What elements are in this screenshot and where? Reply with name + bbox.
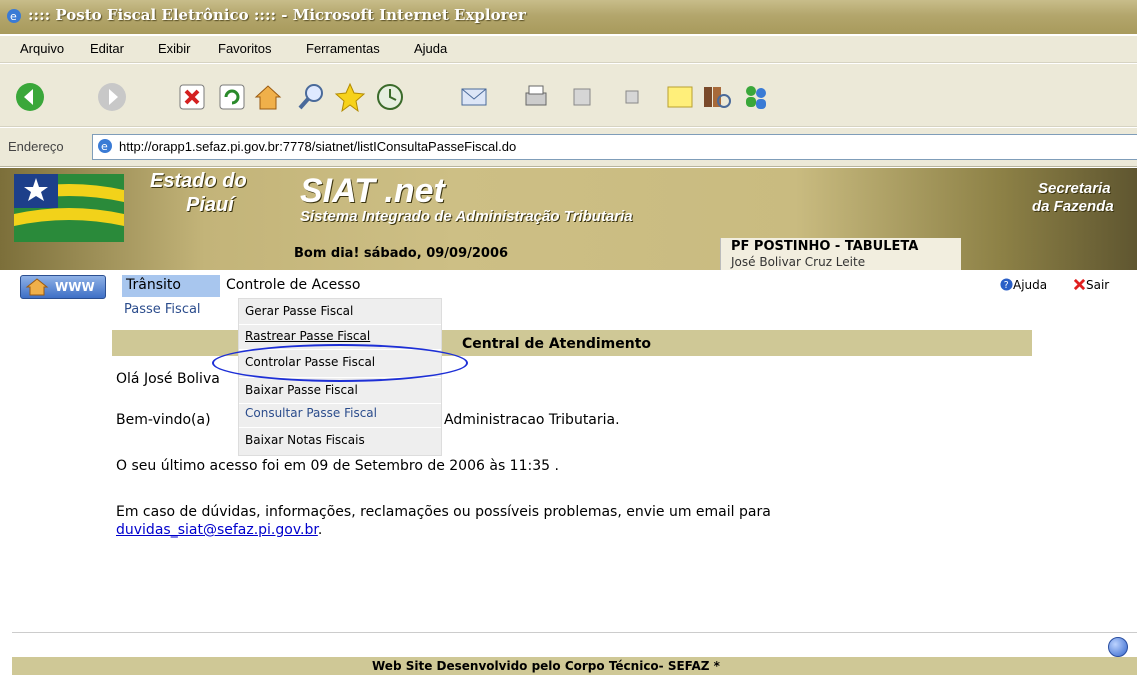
bottom-frame <box>12 632 1137 657</box>
estado-text: Estado do <box>150 170 247 192</box>
email-line: duvidas_siat@sefaz.pi.gov.br. <box>116 522 323 538</box>
menu-ajuda[interactable]: Ajuda <box>414 41 447 56</box>
search-icon[interactable] <box>296 81 328 113</box>
svg-text:?: ? <box>1004 280 1009 291</box>
window-title: :::: Posto Fiscal Eletrônico :::: - Micr… <box>28 6 526 24</box>
www-button[interactable]: WWW <box>20 275 106 299</box>
address-url: http://orapp1.sefaz.pi.gov.br:7778/siatn… <box>119 139 517 154</box>
notes-icon[interactable] <box>664 81 696 113</box>
piaui-text: Piauí <box>186 194 234 216</box>
menu-controle-acesso[interactable]: Controle de Acesso <box>226 277 360 293</box>
siat-title: SIAT .net <box>300 172 445 210</box>
close-icon <box>1073 278 1086 291</box>
secretaria-text: Secretaria <box>1038 180 1111 197</box>
submenu-passe-fiscal[interactable]: Passe Fiscal <box>124 302 201 317</box>
footer-text: Web Site Desenvolvido pelo Corpo Técnico… <box>372 659 720 673</box>
welcome-prefix: Bem-vindo(a) <box>116 412 211 428</box>
siat-banner: Estado do Piauí SIAT .net Sistema Integr… <box>0 168 1137 270</box>
help-icon: ? <box>1000 278 1013 291</box>
scroll-up-icon[interactable] <box>1108 637 1128 657</box>
last-access-text: O seu último acesso foi em 09 de Setembr… <box>116 458 559 474</box>
edit-icon[interactable] <box>566 81 598 113</box>
user-name: José Bolivar Cruz Leite <box>731 255 866 269</box>
back-icon[interactable] <box>14 81 46 113</box>
menu-bar: Arquivo Editar Exibir Favoritos Ferramen… <box>0 36 1137 63</box>
menu-favoritos[interactable]: Favoritos <box>218 41 271 56</box>
window-title-bar: e :::: Posto Fiscal Eletrônico :::: - Mi… <box>0 0 1137 34</box>
menu-ferramentas[interactable]: Ferramentas <box>306 41 380 56</box>
stop-icon[interactable] <box>176 81 208 113</box>
messenger-icon[interactable] <box>740 81 772 113</box>
sair-link[interactable]: Sair <box>1073 278 1109 292</box>
dropdown-rastrear-passe[interactable]: Rastrear Passe Fiscal <box>245 329 370 343</box>
svg-text:e: e <box>10 10 17 23</box>
siat-subtitle: Sistema Integrado de Administração Tribu… <box>300 208 633 225</box>
mail-icon[interactable] <box>458 81 490 113</box>
address-input[interactable]: e http://orapp1.sefaz.pi.gov.br:7778/sia… <box>92 134 1137 160</box>
menu-exibir[interactable]: Exibir <box>158 41 191 56</box>
toolbar <box>0 64 1137 127</box>
dropdown-baixar-notas[interactable]: Baixar Notas Fiscais <box>245 433 365 447</box>
research-icon[interactable] <box>700 81 732 113</box>
footer-bar: Web Site Desenvolvido pelo Corpo Técnico… <box>12 657 1137 675</box>
dropdown-baixar-passe[interactable]: Baixar Passe Fiscal <box>245 383 358 397</box>
page-icon: e <box>98 139 112 153</box>
address-label: Endereço <box>8 139 64 154</box>
doubts-text: Em caso de dúvidas, informações, reclama… <box>116 504 771 520</box>
posto-name: PF POSTINHO - TABULETA <box>731 239 919 254</box>
print-icon[interactable] <box>520 81 552 113</box>
home-icon[interactable] <box>252 81 284 113</box>
user-info-box: PF POSTINHO - TABULETA José Bolivar Cruz… <box>720 238 961 270</box>
svg-text:e: e <box>101 140 108 153</box>
welcome-suffix: Administracao Tributaria. <box>444 412 620 428</box>
piaui-flag-icon <box>14 174 124 242</box>
email-link[interactable]: duvidas_siat@sefaz.pi.gov.br <box>116 522 318 538</box>
greeting-date: Bom dia! sábado, 09/09/2006 <box>294 246 509 261</box>
hello-text: Olá José Boliva <box>116 371 220 387</box>
menu-editar[interactable]: Editar <box>90 41 124 56</box>
ajuda-link[interactable]: ? Ajuda <box>1000 278 1047 292</box>
menu-transito[interactable]: Trânsito <box>122 275 220 297</box>
address-bar: Endereço e http://orapp1.sefaz.pi.gov.br… <box>0 128 1137 167</box>
highlight-ellipse <box>212 344 468 382</box>
favorites-icon[interactable] <box>334 81 366 113</box>
menu-arquivo[interactable]: Arquivo <box>20 41 64 56</box>
home-www-icon <box>25 278 49 296</box>
refresh-icon[interactable] <box>216 81 248 113</box>
dropdown-gerar-passe[interactable]: Gerar Passe Fiscal <box>245 304 353 318</box>
central-header-title: Central de Atendimento <box>462 336 652 352</box>
fazenda-text: da Fazenda <box>1032 198 1114 215</box>
dropdown-consultar-passe[interactable]: Consultar Passe Fiscal <box>245 406 377 420</box>
discuss-icon[interactable] <box>616 81 648 113</box>
forward-icon[interactable] <box>96 81 128 113</box>
history-icon[interactable] <box>374 81 406 113</box>
ie-logo-icon: e <box>7 9 21 23</box>
